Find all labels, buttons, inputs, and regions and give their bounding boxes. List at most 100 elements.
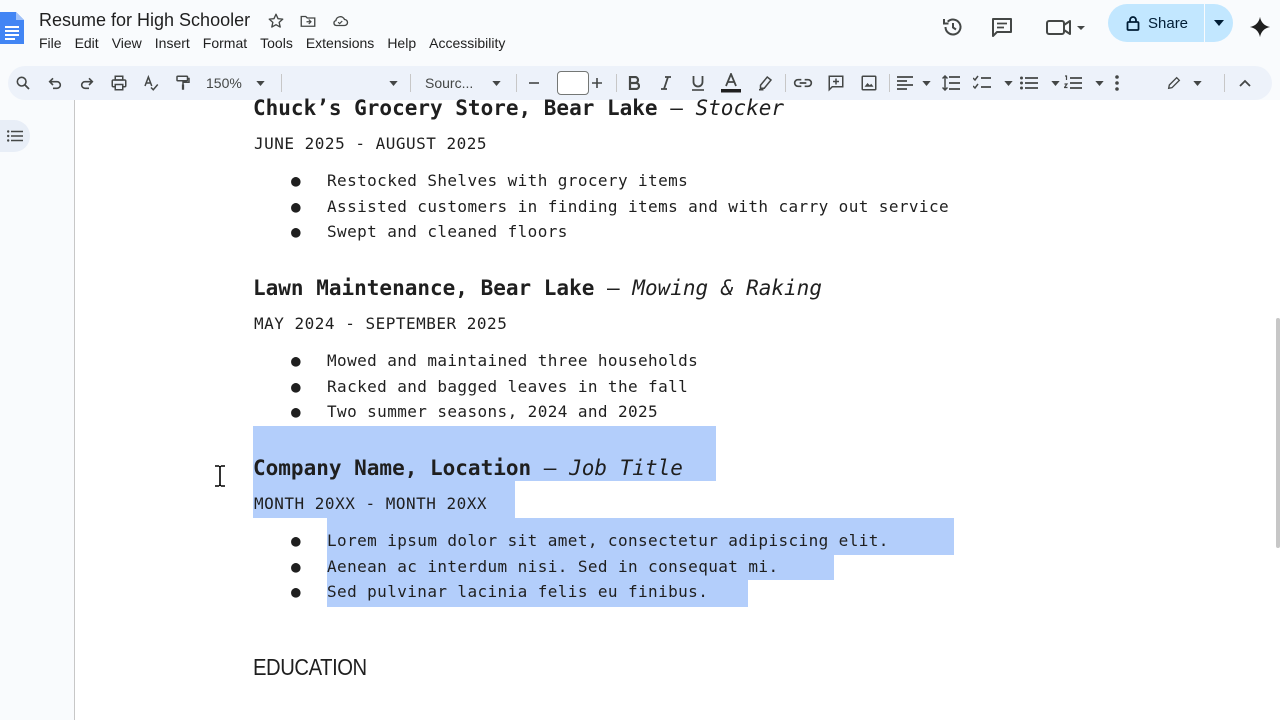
insert-image-icon[interactable]: [858, 72, 880, 94]
list-item-text: Racked and bagged leaves in the fall: [327, 377, 689, 396]
menu-help[interactable]: Help: [387, 35, 422, 51]
toolbar: 150% Sourc...: [8, 66, 1272, 100]
list-item-text: Swept and cleaned floors: [327, 222, 568, 241]
menu-extensions[interactable]: Extensions: [306, 35, 380, 51]
list-item[interactable]: ● Sed pulvinar lacinia felis eu finibus.: [291, 582, 708, 601]
gemini-icon[interactable]: [1248, 15, 1272, 39]
share-button[interactable]: Share: [1108, 4, 1204, 42]
outline-list-icon: [7, 130, 23, 142]
section-heading-education[interactable]: EDUCATION: [253, 654, 367, 681]
menu-view[interactable]: View: [112, 35, 148, 51]
list-item-text: Restocked Shelves with grocery items: [327, 171, 689, 190]
list-item-text: Two summer seasons, 2024 and 2025: [327, 402, 659, 421]
vertical-scrollbar[interactable]: [1276, 318, 1280, 548]
hide-menus-icon[interactable]: [1235, 72, 1255, 94]
menu-tools[interactable]: Tools: [260, 35, 299, 51]
company-name: Company Name, Location: [253, 456, 532, 480]
list-item[interactable]: ● Swept and cleaned floors: [291, 222, 568, 241]
list-item-text: Assisted customers in finding items and …: [327, 197, 950, 216]
document-title[interactable]: Resume for High Schooler: [39, 10, 250, 31]
more-options-icon[interactable]: [1108, 72, 1126, 94]
job-title: Mowing & Raking: [632, 276, 822, 300]
highlight-color-icon[interactable]: [754, 72, 776, 94]
list-item[interactable]: ● Assisted customers in finding items and…: [291, 197, 949, 216]
bullet-dot: ●: [291, 351, 302, 370]
version-history-icon[interactable]: [941, 15, 965, 39]
comments-icon[interactable]: [990, 15, 1014, 39]
document-page[interactable]: [75, 100, 1280, 720]
list-item[interactable]: ● Lorem ipsum dolor sit amet, consectetur…: [291, 531, 889, 550]
em-dash: —: [657, 96, 696, 120]
bold-icon[interactable]: [624, 72, 644, 94]
bulleted-list-select[interactable]: [1020, 72, 1060, 94]
bulleted-list-icon: [1020, 76, 1038, 90]
job-dates[interactable]: MONTH 20XX - MONTH 20XX: [254, 494, 487, 513]
print-icon[interactable]: [108, 72, 130, 94]
job-title: Job Title: [569, 456, 683, 480]
zoom-select[interactable]: 150%: [206, 72, 270, 94]
chevron-down-icon: [922, 80, 931, 86]
job-title: Stocker: [695, 96, 785, 120]
lock-icon: [1126, 16, 1140, 31]
underline-icon[interactable]: [688, 72, 708, 94]
line-spacing-icon[interactable]: [940, 72, 962, 94]
bullet-dot: ●: [291, 531, 302, 550]
bullet-dot: ●: [291, 171, 302, 190]
add-comment-icon[interactable]: [825, 72, 847, 94]
menu-insert[interactable]: Insert: [155, 35, 196, 51]
align-left-icon: [897, 76, 913, 90]
chevron-down-icon: [1051, 80, 1060, 86]
docs-logo-icon[interactable]: [0, 12, 24, 44]
search-menus-icon[interactable]: [12, 72, 34, 94]
job-heading[interactable]: Chuck’s Grocery Store, Bear Lake — Stock…: [253, 96, 784, 120]
job-heading[interactable]: Company Name, Location — Job Title: [253, 456, 683, 480]
decrease-font-size-icon[interactable]: [525, 72, 543, 94]
font-size-input[interactable]: [557, 71, 589, 95]
job-dates[interactable]: MAY 2024 - SEPTEMBER 2025: [254, 314, 507, 333]
chevron-down-icon: [1095, 80, 1104, 86]
undo-icon[interactable]: [44, 72, 66, 94]
paint-format-icon[interactable]: [172, 72, 194, 94]
company-name: Lawn Maintenance, Bear Lake: [253, 276, 595, 300]
bullet-dot: ●: [291, 402, 302, 421]
increase-font-size-icon[interactable]: [588, 72, 606, 94]
list-item[interactable]: ● Mowed and maintained three households: [291, 351, 698, 370]
font-select[interactable]: Sourc...: [425, 72, 501, 94]
bullet-dot: ●: [291, 377, 302, 396]
spelling-grammar-icon[interactable]: [140, 72, 162, 94]
checklist-icon: [973, 75, 991, 90]
list-item[interactable]: ● Two summer seasons, 2024 and 2025: [291, 402, 658, 421]
bullet-dot: ●: [291, 222, 302, 241]
job-heading[interactable]: Lawn Maintenance, Bear Lake — Mowing & R…: [253, 276, 822, 300]
menu-format[interactable]: Format: [203, 35, 253, 51]
align-select[interactable]: [897, 72, 931, 94]
menu-file[interactable]: File: [39, 35, 68, 51]
menu-accessibility[interactable]: Accessibility: [429, 35, 511, 51]
share-label: Share: [1148, 14, 1189, 32]
move-to-folder-icon[interactable]: [298, 11, 318, 31]
list-item[interactable]: ● Racked and bagged leaves in the fall: [291, 377, 688, 396]
text-color-icon[interactable]: [720, 72, 742, 94]
list-item-text: Mowed and maintained three households: [327, 351, 699, 370]
redo-icon[interactable]: [76, 72, 98, 94]
numbered-list-select[interactable]: [1064, 72, 1104, 94]
share-dropdown-button[interactable]: [1205, 4, 1233, 42]
bullet-dot: ●: [291, 557, 302, 576]
meet-icon[interactable]: [1046, 15, 1088, 39]
editing-mode-select[interactable]: [1166, 72, 1202, 94]
cloud-saved-icon[interactable]: [330, 11, 350, 31]
job-dates[interactable]: JUNE 2025 - AUGUST 2025: [254, 134, 487, 153]
list-item[interactable]: ● Aenean ac interdum nisi. Sed in consequ…: [291, 557, 778, 576]
star-icon[interactable]: [266, 11, 286, 31]
document-outline-button[interactable]: [0, 120, 30, 152]
pencil-icon: [1167, 76, 1181, 90]
style-select[interactable]: [290, 72, 398, 94]
chevron-down-icon: [492, 80, 501, 86]
em-dash: —: [594, 276, 633, 300]
italic-icon[interactable]: [656, 72, 676, 94]
list-item[interactable]: ● Restocked Shelves with grocery items: [291, 171, 688, 190]
checklist-select[interactable]: [973, 72, 1013, 94]
list-item-text: Lorem ipsum dolor sit amet, consectetur …: [327, 531, 889, 550]
menu-edit[interactable]: Edit: [75, 35, 105, 51]
insert-link-icon[interactable]: [792, 72, 814, 94]
